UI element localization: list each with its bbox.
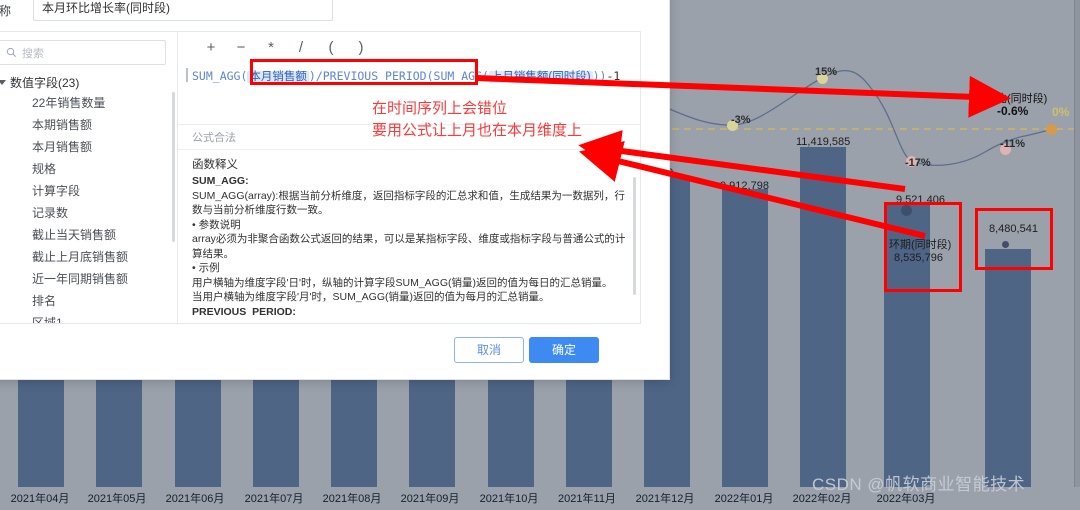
field-item[interactable]: 计算字段	[0, 180, 177, 202]
help-line: array必须为非聚合函数公式返回的结果，可以是某指标字段、维度或指标字段与普通…	[192, 233, 626, 260]
validation-text: 公式合法	[192, 132, 236, 144]
field-item[interactable]: 规格	[0, 158, 177, 180]
field-item[interactable]: 本期销售额	[0, 114, 177, 136]
axis-tick: 2021年04月	[10, 493, 70, 505]
chart-bar-label: 9,912,798	[720, 180, 769, 192]
help-body: SUM_AGG: SUM_AGG(array):根据当前分析维度，返回指标字段的…	[192, 174, 632, 316]
operator-multiply[interactable]: *	[256, 34, 286, 60]
formula-token-close: ))	[592, 69, 607, 83]
confirm-button[interactable]: 确定	[529, 337, 599, 363]
axis-tick: 2021年06月	[165, 493, 225, 505]
series-point-value: 8,535,796	[894, 252, 943, 264]
help-line: • 示例	[192, 262, 220, 274]
operator-divide[interactable]: /	[286, 34, 316, 60]
axis-tick: 2021年07月	[244, 493, 304, 505]
chart-point	[1002, 241, 1009, 248]
screenshot-root: -3% 15% -17% -11% 20 9,912,798 11,419,58…	[0, 0, 1080, 510]
field-item[interactable]: 近一年同期销售额	[0, 268, 177, 290]
formula-caret	[186, 68, 188, 82]
help-line: PREVIOUS_PERIOD:	[192, 305, 296, 317]
field-item[interactable]: 区域1	[0, 312, 177, 323]
chart-point-label: -3%	[731, 114, 751, 126]
field-list: 22年销售数量 本期销售额 本月销售额 规格 计算字段 记录数 截止当天销售额 …	[0, 92, 177, 323]
axis-tick: 2021年08月	[322, 493, 382, 505]
field-name-input[interactable]: 本月环比增长率(同时段)	[33, 0, 333, 21]
field-item[interactable]: 记录数	[0, 202, 177, 224]
axis-tick: 2021年09月	[400, 493, 460, 505]
chart-point	[1046, 124, 1057, 135]
axis-tick: 2021年05月	[87, 493, 147, 505]
fields-group-header[interactable]: 数值字段(23)	[0, 74, 79, 91]
operator-minus[interactable]: −	[226, 34, 256, 60]
chart-bar-label: 9,521,406	[896, 194, 945, 206]
name-label: 名称	[0, 4, 12, 18]
chart-bar-label: 8,480,541	[989, 223, 1038, 235]
field-item[interactable]: 排名	[0, 290, 177, 312]
dialog-footer: 取消 确定	[0, 327, 671, 379]
chart-bar-label: 11,419,585	[796, 136, 851, 148]
axis-tick: 2021年10月	[479, 493, 539, 505]
operator-toolbar: + − * / ( )	[178, 32, 640, 62]
fields-group-label: 数值字段(23)	[10, 76, 80, 90]
help-title: 函数释义	[192, 159, 238, 171]
chart-point-label: -17%	[905, 157, 931, 169]
csdn-watermark: CSDN @帆软商业智能技术	[812, 475, 1026, 494]
formula-token-divide: )/	[308, 69, 323, 83]
fields-scrollbar[interactable]	[172, 92, 175, 242]
help-scrollbar[interactable]	[633, 177, 636, 295]
operator-paren-open[interactable]: (	[316, 34, 346, 60]
formula-pane: + − * / ( ) SUM_AGG(本月销售额)/PREVIOUS_PERI…	[178, 32, 640, 323]
search-input[interactable]: 搜索	[0, 40, 166, 65]
cancel-button[interactable]: 取消	[454, 337, 524, 363]
help-line: 用户横轴为维度字段'日'时，纵轴的计算字段SUM_AGG(销量)返回的值为每日的…	[192, 276, 613, 289]
search-icon	[6, 47, 16, 57]
field-item[interactable]: 22年销售数量	[0, 92, 177, 114]
calculated-field-dialog: 名称 本月环比增长率(同时段) 搜索 数值字段(23) 22年销售数量	[0, 0, 670, 380]
help-line: • 参数说明	[192, 218, 241, 231]
field-item[interactable]: 截止上月底销售额	[0, 246, 177, 268]
axis-tick: 2022年01月	[714, 493, 774, 505]
axis-tick: 2021年12月	[635, 493, 695, 505]
formula-token-prevperiod: PREVIOUS_PERIOD(SUM_AGG(	[322, 69, 489, 83]
fields-pane: 搜索 数值字段(23) 22年销售数量 本期销售额 本月销售额 规格 计算字段 …	[0, 32, 178, 323]
operator-plus[interactable]: +	[196, 34, 226, 60]
chart-zero-label: 0%	[1052, 105, 1070, 119]
chart-legend-value: -0.6%	[997, 104, 1029, 118]
formula-token-minus-one: -1	[606, 69, 621, 83]
axis-tick: 2021年11月	[558, 493, 616, 505]
help-line: 当用户横轴为维度字段'月'时，SUM_AGG(销量)返回的值为每月的汇总销量。	[192, 291, 550, 303]
formula-field-token: 本月销售额	[247, 71, 309, 83]
chart-right-gutter	[1074, 0, 1080, 487]
chart-point	[901, 205, 912, 216]
formula-editor[interactable]: SUM_AGG(本月销售额)/PREVIOUS_PERIOD(SUM_AGG(上…	[192, 68, 622, 85]
formula-token-sumagg: SUM_AGG(	[192, 69, 248, 83]
field-item[interactable]: 截止当天销售额	[0, 224, 177, 246]
search-placeholder: 搜索	[22, 47, 44, 60]
dialog-body: 搜索 数值字段(23) 22年销售数量 本期销售额 本月销售额 规格 计算字段 …	[0, 31, 641, 324]
operator-paren-close[interactable]: )	[346, 34, 376, 60]
chevron-up-icon[interactable]: ⌃	[618, 158, 626, 169]
formula-field-token: 上月销售额(同时段)	[488, 71, 593, 83]
help-line: SUM_AGG(array):根据当前分析维度，返回指标字段的汇总求和值，生成结…	[192, 189, 625, 217]
chart-point-label: 15%	[815, 66, 838, 78]
validation-row: 公式合法	[178, 124, 640, 150]
field-item[interactable]: 本月销售额	[0, 136, 177, 158]
chevron-down-icon	[0, 80, 6, 85]
chart-point-label: -11%	[1000, 138, 1026, 150]
series-point-name: 环期(同时段)	[889, 239, 952, 251]
help-line: SUM_AGG:	[192, 175, 249, 187]
